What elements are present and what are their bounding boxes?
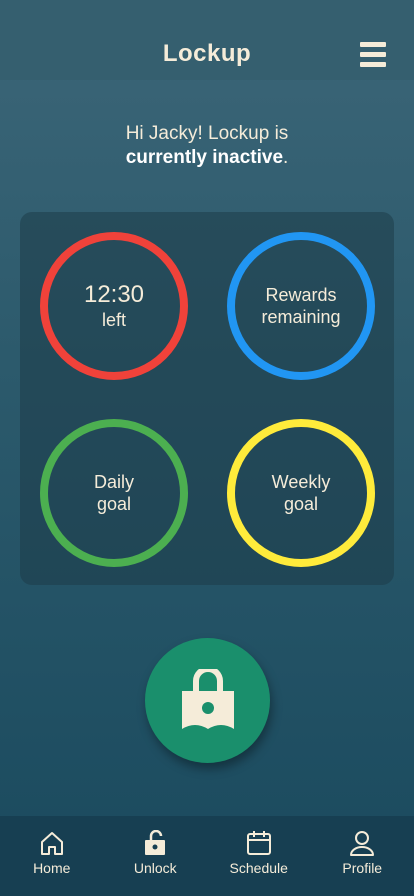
hamburger-menu-icon-bar: [360, 62, 386, 67]
user-icon: [350, 831, 375, 856]
weekly-goal-label-line1: Weekly: [271, 472, 331, 492]
daily-goal-label-line2: goal: [96, 494, 132, 514]
daily-goal-ring[interactable]: Daily goal: [40, 419, 188, 567]
time-left-value: 12:30: [83, 281, 145, 308]
unlock-icon: [145, 830, 166, 855]
lock-button[interactable]: [145, 638, 270, 763]
time-left-ring[interactable]: 12:30 left: [40, 232, 188, 380]
app-title: Lockup: [162, 40, 252, 67]
nav-label-profile: Profile: [342, 860, 383, 876]
status-suffix: .: [283, 147, 289, 168]
nav-label-unlock: Unlock: [133, 860, 177, 876]
bottom-nav: Home Unlock Schedule Profile: [0, 816, 414, 896]
nav-item-schedule[interactable]: Schedule: [207, 816, 311, 896]
stats-panel: 12:30 left Rewards remaining Daily goal …: [20, 212, 394, 585]
weekly-goal-label-line2: goal: [283, 494, 319, 514]
calendar-icon: [246, 831, 271, 855]
app-header: Lockup: [0, 0, 414, 80]
book-lock-icon: [181, 668, 234, 729]
rewards-remaining-ring[interactable]: Rewards remaining: [227, 232, 375, 380]
nav-label-home: Home: [33, 860, 71, 876]
hamburger-menu-icon: [360, 42, 386, 47]
nav-item-home[interactable]: Home: [0, 816, 104, 896]
nav-item-profile[interactable]: Profile: [311, 816, 414, 896]
rewards-label-line2: remaining: [261, 307, 341, 327]
time-left-label: left: [101, 310, 126, 330]
nav-label-schedule: Schedule: [229, 860, 288, 876]
status-line: currently inactive.: [0, 146, 414, 170]
daily-goal-label-line1: Daily: [93, 472, 134, 492]
hamburger-menu-icon-bar: [360, 52, 386, 57]
weekly-goal-ring[interactable]: Weekly goal: [227, 419, 375, 567]
greeting-text: Hi Jacky! Lockup is currently inactive.: [0, 122, 414, 170]
greeting-line: Hi Jacky! Lockup is: [125, 123, 289, 144]
nav-item-unlock[interactable]: Unlock: [104, 816, 208, 896]
rewards-label-line1: Rewards: [265, 285, 337, 305]
status-text: currently inactive: [125, 147, 284, 168]
home-icon: [40, 832, 63, 855]
menu-button[interactable]: [358, 40, 388, 70]
